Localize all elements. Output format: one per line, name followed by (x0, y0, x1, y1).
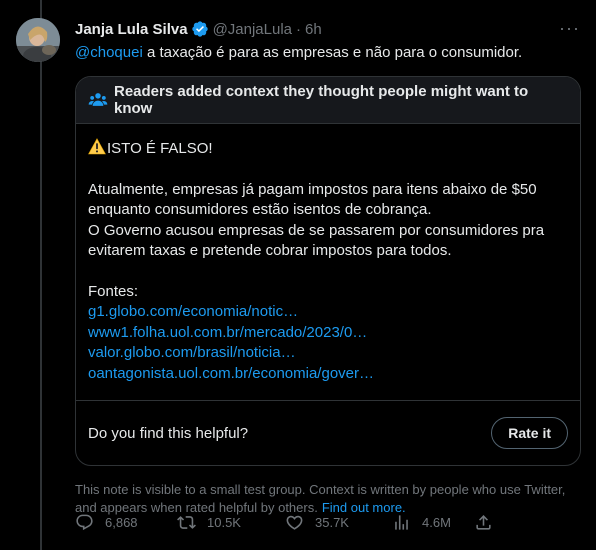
views-chart-icon (395, 515, 408, 530)
source-link[interactable]: oantagonista.uol.com.br/economia/gover… (88, 364, 568, 385)
warning-icon (88, 138, 106, 155)
author-name[interactable]: Janja Lula Silva (75, 21, 188, 38)
sources-label: Fontes: (88, 282, 139, 300)
mention-link[interactable]: @choquei (75, 44, 143, 61)
views-count: 4.6M (422, 515, 451, 530)
tweet-text: @choquei a taxação é para as empresas e … (75, 43, 580, 63)
avatar[interactable] (16, 18, 60, 62)
people-icon (88, 90, 108, 110)
retweet-count: 10.5K (207, 515, 241, 530)
share-icon (476, 515, 491, 530)
retweet-icon (177, 516, 196, 529)
warning-line: ISTO É FALSO! (88, 138, 568, 160)
author-handle[interactable]: @JanjaLula (213, 21, 292, 38)
views-button[interactable]: 4.6M (392, 513, 474, 532)
note-header-text: Readers added context they thought peopl… (114, 83, 529, 117)
separator-dot: · (296, 20, 302, 38)
source-link[interactable]: www1.folha.uol.com.br/mercado/2023/0… (88, 323, 568, 344)
warning-text: ISTO É FALSO! (107, 140, 213, 157)
note-body: ISTO É FALSO! Atualmente, empresas já pa… (76, 124, 580, 384)
footnote-text: This note is visible to a small test gro… (75, 482, 566, 515)
verified-badge-icon (191, 20, 209, 38)
thread-line (40, 0, 42, 550)
heart-icon (286, 515, 303, 530)
community-note: Readers added context they thought peopl… (75, 76, 581, 466)
note-paragraph-2: O Governo acusou empresas de se passarem… (88, 221, 545, 260)
reply-count: 6,868 (105, 515, 138, 530)
tweet-body: a taxação é para as empresas e não para … (142, 44, 523, 61)
tweet-header: Janja Lula Silva @JanjaLula · 6h ··· (75, 18, 580, 40)
rate-it-button[interactable]: Rate it (491, 417, 568, 449)
note-paragraph-1: Atualmente, empresas já pagam impostos p… (88, 180, 537, 219)
reply-button[interactable]: 6,868 (75, 513, 177, 532)
more-options-icon[interactable]: ··· (559, 18, 580, 39)
retweet-button[interactable]: 10.5K (177, 513, 285, 532)
source-link[interactable]: valor.globo.com/brasil/noticia… (88, 343, 568, 364)
tweet-time[interactable]: 6h (305, 21, 322, 38)
like-count: 35.7K (315, 515, 349, 530)
action-bar: 6,868 10.5K 35.7K 4.6M (75, 513, 493, 532)
reply-icon (76, 514, 93, 531)
tweet: Janja Lula Silva @JanjaLula · 6h ··· @ch… (75, 18, 581, 516)
helpful-prompt: Do you find this helpful? Rate it (76, 400, 580, 465)
note-header: Readers added context they thought peopl… (76, 77, 580, 124)
source-link[interactable]: g1.globo.com/economia/notic… (88, 302, 568, 323)
note-footnote: This note is visible to a small test gro… (75, 481, 585, 516)
like-button[interactable]: 35.7K (285, 513, 392, 532)
avatar-photo (16, 18, 60, 62)
share-button[interactable] (474, 513, 493, 532)
helpful-question: Do you find this helpful? (88, 424, 249, 442)
